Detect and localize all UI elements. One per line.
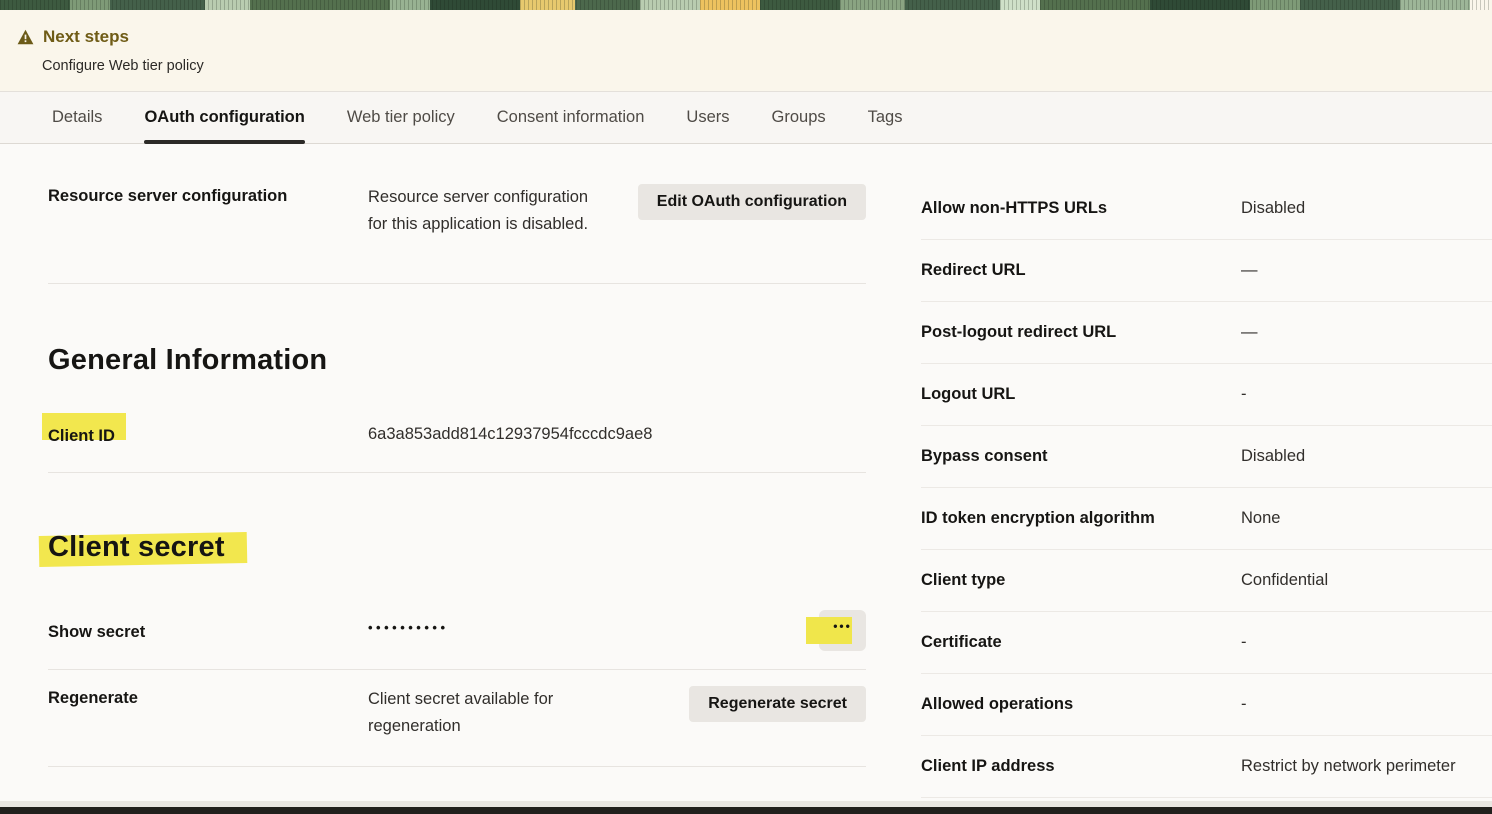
tab-users[interactable]: Users (686, 92, 729, 143)
detail-value: — (1241, 323, 1492, 342)
ellipsis-icon: ••• (819, 619, 866, 633)
detail-row-redirect-url: Redirect URL — (921, 240, 1492, 302)
detail-label: Allow non-HTTPS URLs (921, 199, 1241, 218)
edit-oauth-configuration-button[interactable]: Edit OAuth configuration (638, 184, 866, 220)
resource-server-value: Resource server configuration for this a… (368, 184, 611, 238)
next-steps-banner: Next steps Configure Web tier policy (0, 10, 1492, 92)
detail-label: Client type (921, 571, 1241, 590)
tab-details[interactable]: Details (52, 92, 102, 143)
detail-row-logout-url: Logout URL - (921, 364, 1492, 426)
detail-row-client-type: Client type Confidential (921, 550, 1492, 612)
detail-label: ID token encryption algorithm (921, 509, 1241, 528)
next-steps-subtitle[interactable]: Configure Web tier policy (42, 58, 1468, 74)
next-steps-title: Next steps (43, 27, 129, 47)
client-id-label: Client ID (48, 427, 115, 445)
oauth-left-column: Resource server configuration Resource s… (48, 184, 866, 798)
tab-label: OAuth configuration (144, 108, 304, 127)
detail-value: - (1241, 385, 1492, 404)
detail-label: Bypass consent (921, 447, 1241, 466)
regenerate-label: Regenerate (48, 686, 368, 708)
detail-label: Post-logout redirect URL (921, 323, 1241, 342)
oauth-configuration-panel: Resource server configuration Resource s… (0, 144, 1492, 798)
detail-row-certificate: Certificate - (921, 612, 1492, 674)
resource-server-label: Resource server configuration (48, 184, 368, 206)
tab-label: Details (52, 108, 102, 127)
detail-value: None (1241, 509, 1492, 528)
detail-value: Disabled (1241, 447, 1492, 466)
warning-triangle-icon (17, 29, 34, 45)
detail-label: Logout URL (921, 385, 1241, 404)
masked-secret-value: •••••••••• (368, 610, 819, 635)
regenerate-row: Regenerate Client secret available for r… (48, 670, 866, 767)
decorative-header-pattern (0, 0, 1492, 10)
detail-value: Disabled (1241, 199, 1492, 218)
detail-label: Certificate (921, 633, 1241, 652)
tab-tags[interactable]: Tags (868, 92, 903, 143)
detail-row-bypass-consent: Bypass consent Disabled (921, 426, 1492, 488)
general-information-heading: General Information (48, 344, 866, 377)
show-secret-row: Show secret •••••••••• ••• (48, 610, 866, 670)
tab-consent-information[interactable]: Consent information (497, 92, 645, 143)
client-id-row: Client ID 6a3a853add814c12937954fcccdc9a… (48, 421, 866, 473)
tab-label: Tags (868, 108, 903, 127)
detail-row-id-token-encryption: ID token encryption algorithm None (921, 488, 1492, 550)
detail-value: Restrict by network perimeter (1241, 757, 1492, 776)
tab-bar: Details OAuth configuration Web tier pol… (0, 92, 1492, 144)
client-id-value: 6a3a853add814c12937954fcccdc9ae8 (368, 421, 866, 448)
tab-label: Consent information (497, 108, 645, 127)
detail-label: Allowed operations (921, 695, 1241, 714)
detail-value: - (1241, 633, 1492, 652)
detail-label: Client IP address (921, 757, 1241, 776)
tab-label: Groups (772, 108, 826, 127)
detail-value: Confidential (1241, 571, 1492, 590)
show-secret-more-button[interactable]: ••• (819, 610, 866, 651)
resource-server-row: Resource server configuration Resource s… (48, 184, 866, 284)
detail-value: — (1241, 261, 1492, 280)
regenerate-secret-button[interactable]: Regenerate secret (689, 686, 866, 722)
tab-groups[interactable]: Groups (772, 92, 826, 143)
tab-oauth-configuration[interactable]: OAuth configuration (144, 92, 304, 143)
detail-value: - (1241, 695, 1492, 714)
show-secret-label: Show secret (48, 610, 368, 642)
detail-label: Redirect URL (921, 261, 1241, 280)
tab-label: Users (686, 108, 729, 127)
detail-row-client-ip-address: Client IP address Restrict by network pe… (921, 736, 1492, 798)
client-secret-heading: Client secret (48, 531, 225, 563)
detail-row-post-logout-redirect-url: Post-logout redirect URL — (921, 302, 1492, 364)
active-tab-underline (144, 140, 304, 144)
window-bottom-edge (0, 807, 1492, 814)
regenerate-value: Client secret available for regeneration (368, 686, 586, 740)
tab-web-tier-policy[interactable]: Web tier policy (347, 92, 455, 143)
oauth-details-list: Allow non-HTTPS URLs Disabled Redirect U… (921, 184, 1492, 798)
tab-label: Web tier policy (347, 108, 455, 127)
detail-row-allowed-operations: Allowed operations - (921, 674, 1492, 736)
detail-row-allow-non-https: Allow non-HTTPS URLs Disabled (921, 184, 1492, 240)
